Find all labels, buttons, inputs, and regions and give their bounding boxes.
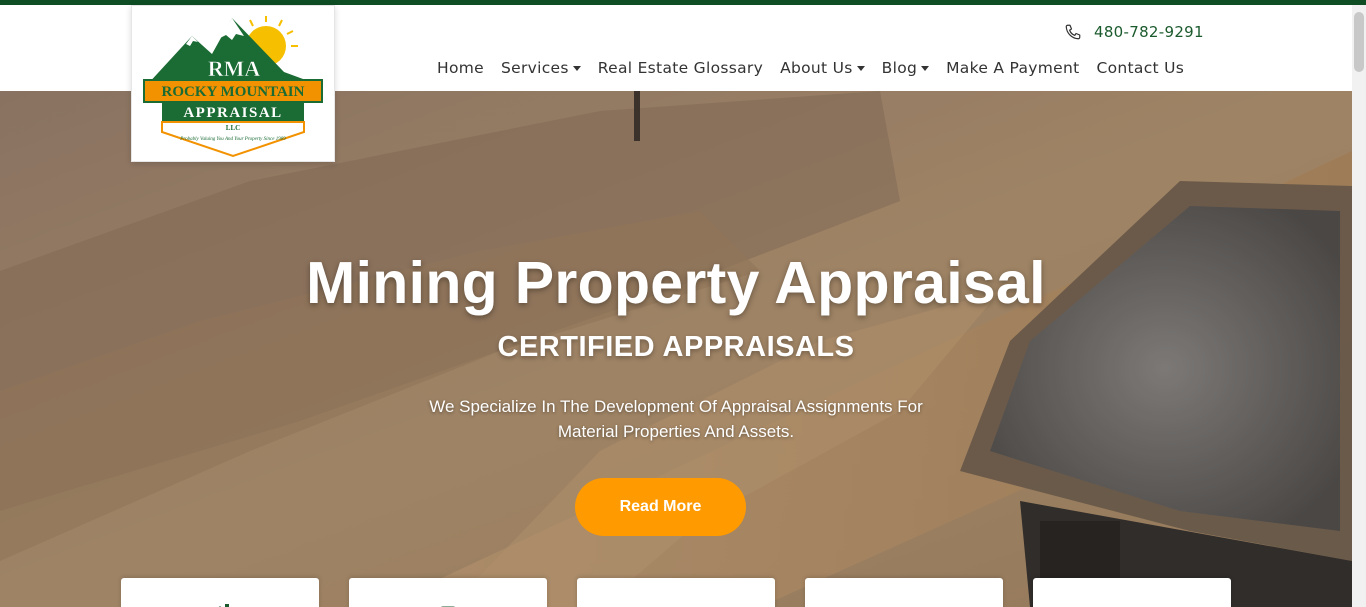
feature-card[interactable] xyxy=(349,578,547,607)
logo-name-line1: ROCKY MOUNTAIN xyxy=(162,84,305,100)
logo-initials: RMA xyxy=(208,56,261,81)
page-scrollbar[interactable] xyxy=(1352,5,1366,607)
caret-down-icon xyxy=(856,66,865,71)
nav-item-label: About Us xyxy=(780,59,853,77)
read-more-button[interactable]: Read More xyxy=(575,478,746,536)
caret-down-icon xyxy=(572,66,581,71)
hero-banner: Mining Property Appraisal CERTIFIED APPR… xyxy=(0,91,1352,607)
nav-item-label: Make A Payment xyxy=(946,59,1080,77)
main-nav: Home Services Real Estate Glossary About… xyxy=(437,57,1184,79)
nav-item-label: Contact Us xyxy=(1096,59,1185,77)
nav-item-label: Blog xyxy=(881,59,918,77)
hero-title: Mining Property Appraisal xyxy=(306,250,1046,316)
nav-item-label: Services xyxy=(500,59,569,77)
feature-card[interactable] xyxy=(1033,578,1231,607)
nav-item-label: Real Estate Glossary xyxy=(597,59,764,77)
nav-item-home[interactable]: Home xyxy=(437,59,484,77)
hero-description: We Specialize In The Development Of Appr… xyxy=(429,397,923,441)
phone-icon xyxy=(1065,24,1081,40)
scrollbar-thumb[interactable] xyxy=(1354,12,1364,72)
logo-emblem: RMA ROCKY MOUNTAIN APPRAISAL LLC Probabl… xyxy=(143,16,323,158)
hand-icon xyxy=(889,600,919,607)
logo-name-line2: APPRAISAL xyxy=(183,105,282,121)
nav-item-label: Home xyxy=(437,59,484,77)
phone-number[interactable]: 480-782-9291 xyxy=(1094,23,1204,41)
nav-item-about-us[interactable]: About Us xyxy=(780,59,865,77)
chart-icon xyxy=(1094,600,1170,607)
logo-suffix: LLC xyxy=(226,124,240,132)
feature-card[interactable] xyxy=(121,578,319,607)
feature-card[interactable] xyxy=(577,578,775,607)
caret-down-icon xyxy=(921,66,930,71)
nav-item-contact-us[interactable]: Contact Us xyxy=(1096,59,1184,77)
document-icon xyxy=(440,606,456,607)
leaf-icon xyxy=(651,600,701,607)
hero-subtitle: CERTIFIED APPRAISALS xyxy=(497,331,855,363)
home-icon xyxy=(219,604,229,607)
feature-card[interactable] xyxy=(805,578,1003,607)
site-logo[interactable]: RMA ROCKY MOUNTAIN APPRAISAL LLC Probabl… xyxy=(131,5,335,162)
nav-item-services[interactable]: Services xyxy=(501,59,581,77)
nav-item-real-estate-glossary[interactable]: Real Estate Glossary xyxy=(598,59,763,77)
logo-tagline: Probably Valuing You And Your Property S… xyxy=(179,137,286,142)
nav-item-blog[interactable]: Blog xyxy=(881,59,930,77)
nav-item-make-a-payment[interactable]: Make A Payment xyxy=(946,59,1079,77)
header-phone[interactable]: 480-782-9291 xyxy=(1064,22,1204,42)
